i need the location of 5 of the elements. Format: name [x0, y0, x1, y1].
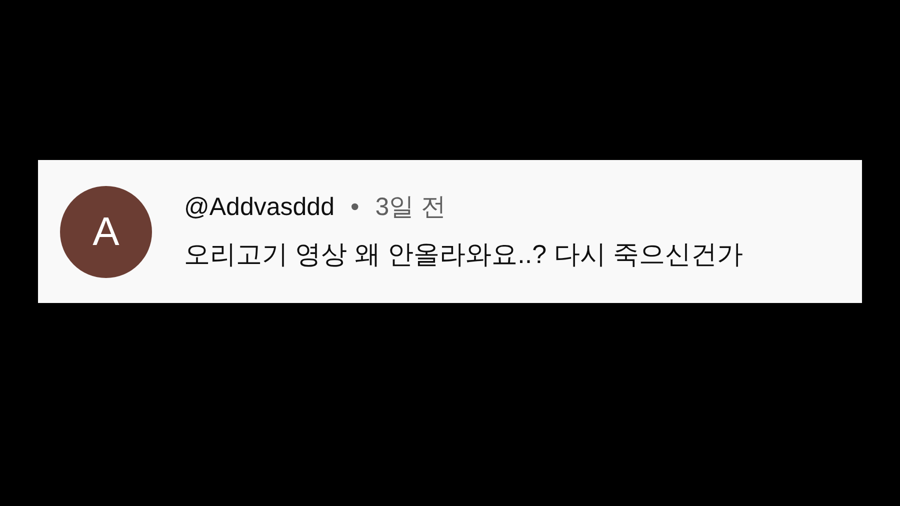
- comment-text: 오리고기 영상 왜 안올라와요..? 다시 죽으신건가: [184, 238, 744, 271]
- avatar[interactable]: A: [60, 186, 152, 278]
- comment-time[interactable]: 3일 전: [375, 189, 446, 227]
- separator-dot: •: [350, 192, 360, 224]
- author-name[interactable]: @Addvasddd: [184, 189, 334, 227]
